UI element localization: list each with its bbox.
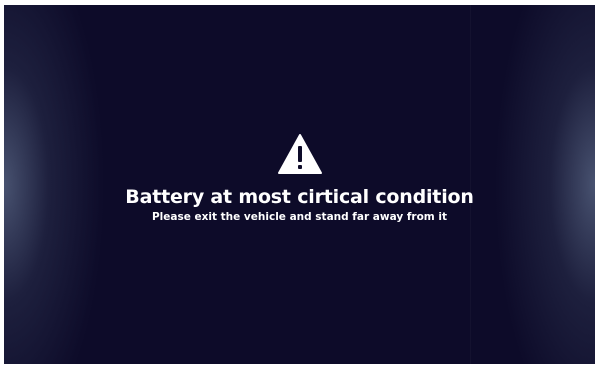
alert-screen: Battery at most cirtical condition Pleas… (4, 5, 595, 364)
alert-message: Please exit the vehicle and stand far aw… (151, 211, 448, 223)
battery-alert: Battery at most cirtical condition Pleas… (4, 133, 595, 224)
alert-title: Battery at most cirtical condition (125, 186, 474, 208)
warning-triangle-icon (277, 133, 323, 175)
